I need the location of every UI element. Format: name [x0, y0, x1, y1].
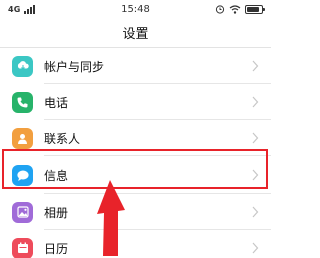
chevron-right-icon [252, 132, 259, 144]
status-time: 15:48 [121, 3, 150, 15]
chevron-right-icon [252, 60, 259, 72]
settings-item-label: 电话 [44, 95, 69, 110]
wifi-icon [229, 4, 241, 14]
calendar-icon [12, 237, 33, 258]
settings-item-gallery[interactable]: 相册 [0, 194, 271, 230]
settings-item-label: 联系人 [44, 131, 81, 146]
settings-item-label: 帐户与同步 [44, 59, 105, 74]
chevron-right-icon [252, 169, 259, 181]
page-title: 设置 [122, 27, 149, 42]
settings-item-label: 日历 [44, 241, 69, 256]
settings-item-calendar[interactable]: 日历 [0, 230, 271, 258]
status-right [215, 4, 265, 14]
settings-item-contacts[interactable]: 联系人 [0, 120, 271, 156]
network-type: 4G [8, 4, 21, 14]
phone-icon [12, 91, 33, 113]
settings-item-label: 信息 [44, 168, 69, 183]
settings-list: 帐户与同步 电话 联系人 信息 相册 日历 [0, 48, 271, 258]
chevron-right-icon [252, 242, 259, 254]
gallery-icon [12, 201, 33, 223]
title-bar: 设置 [0, 18, 271, 48]
settings-item-phone[interactable]: 电话 [0, 84, 271, 120]
alarm-icon [215, 5, 225, 14]
battery-icon [245, 4, 265, 14]
chevron-right-icon [252, 206, 259, 218]
battery-fill [247, 6, 259, 12]
message-icon [12, 164, 33, 186]
chevron-right-icon [252, 96, 259, 108]
status-left: 4G [8, 4, 36, 14]
status-bar: 4G 15:48 [0, 0, 271, 18]
settings-item-account-sync[interactable]: 帐户与同步 [0, 48, 271, 84]
signal-icon [23, 4, 35, 14]
settings-item-label: 相册 [44, 205, 69, 220]
settings-item-messages[interactable]: 信息 [0, 156, 271, 194]
settings-screen: 4G 15:48 设置 帐户与同步 电话 联系人 信息 相册 日历 [0, 0, 271, 258]
contacts-icon [12, 127, 33, 149]
sync-icon [12, 55, 33, 77]
